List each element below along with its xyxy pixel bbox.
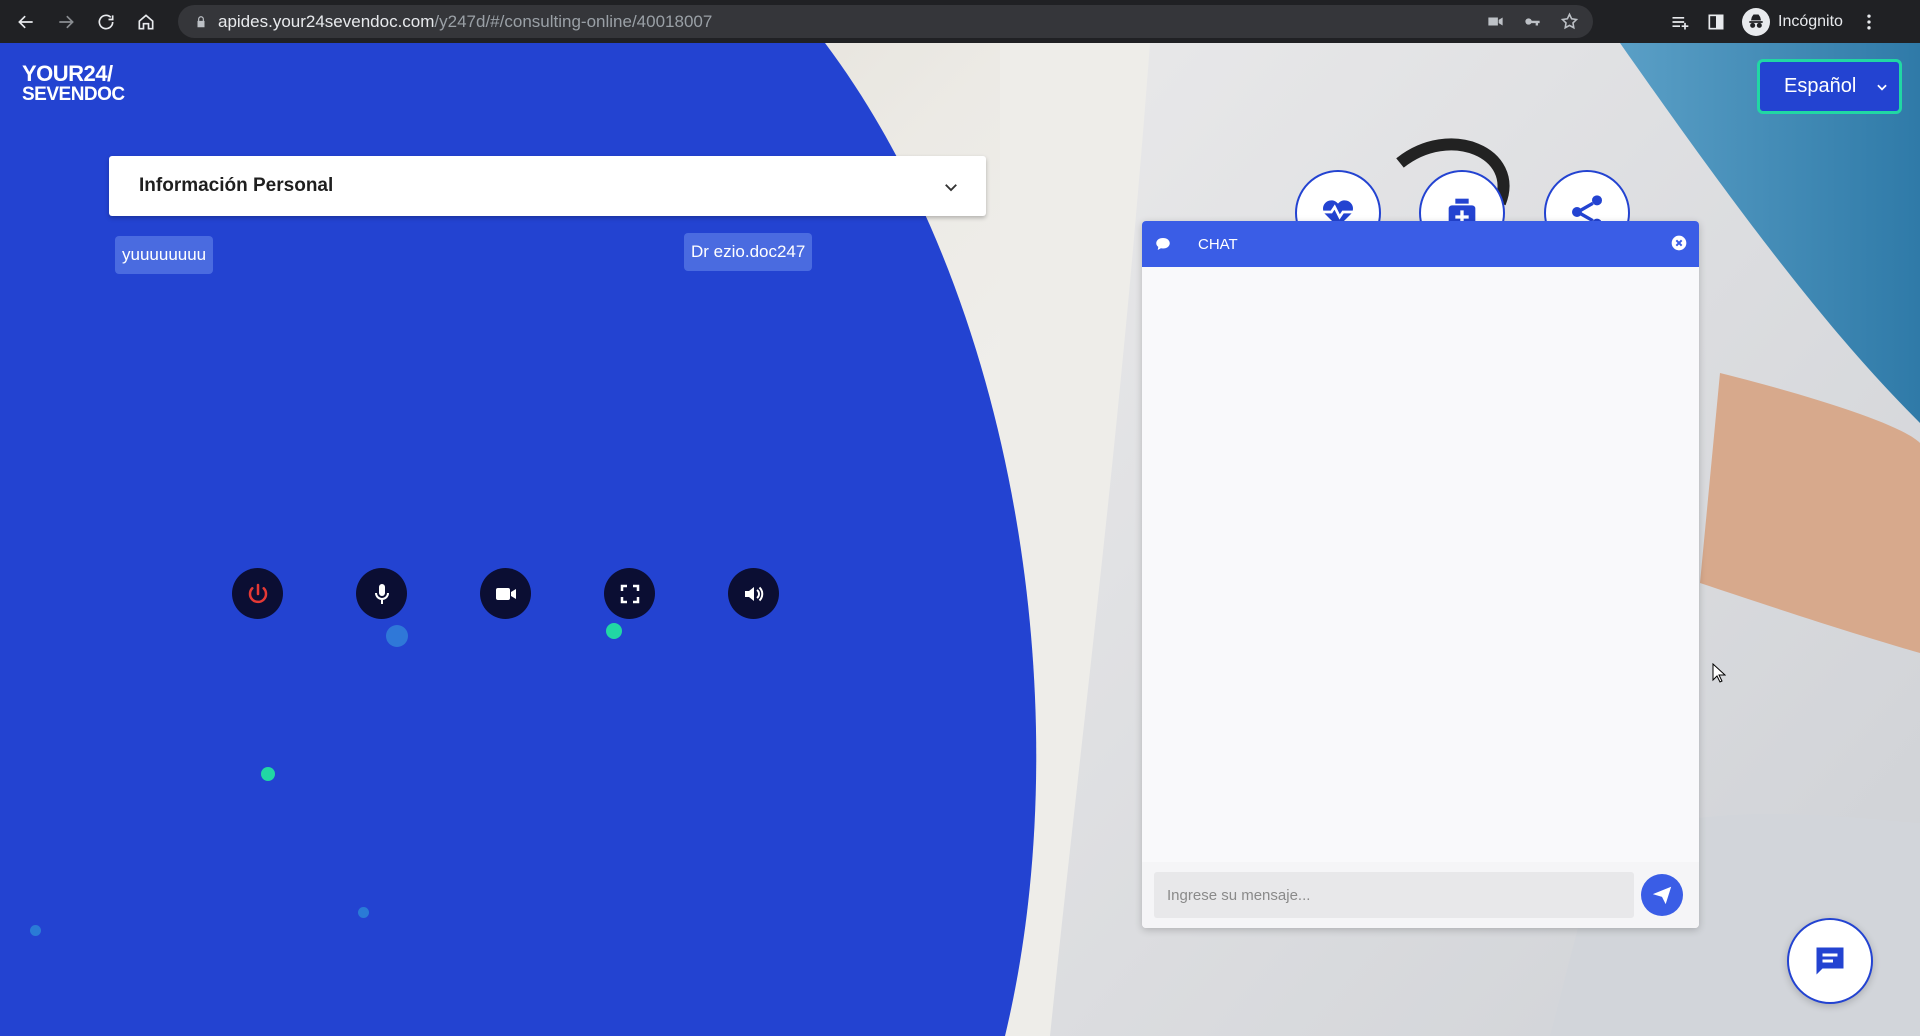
menu-icon[interactable] [1859,12,1879,32]
language-selected: Español [1784,75,1857,97]
browser-actions: Incógnito [1670,0,1879,43]
paper-plane-icon [1652,886,1672,905]
decorative-dot [386,625,408,647]
back-icon [18,15,33,28]
language-select[interactable]: Español [1757,59,1902,114]
decorative-dot [606,623,622,639]
url-host: apides.your24sevendoc.com [218,11,435,31]
camera-blocked-icon[interactable] [1486,12,1505,31]
chat-message-input[interactable] [1154,872,1634,918]
volume-icon [744,586,763,601]
power-icon [248,583,267,603]
decorative-dot [261,767,275,781]
browser-toolbar: apides.your24sevendoc.com/y247d/#/consul… [0,0,1920,43]
incognito-label: Incógnito [1778,12,1843,30]
chat-icon [1816,947,1844,975]
fullscreen-icon [620,584,639,603]
lock-icon [197,15,205,27]
decorative-dot [358,907,369,918]
chat-footer [1142,862,1699,928]
forward-icon [59,15,74,28]
chat-header: CHAT [1142,221,1699,267]
key-icon[interactable] [1523,12,1542,31]
microphone-button[interactable] [356,568,407,619]
camera-button[interactable] [480,568,531,619]
decorative-dot [30,925,41,936]
reading-list-icon[interactable] [1670,12,1690,32]
chevron-down-icon [1877,84,1887,91]
end-call-button[interactable] [232,568,283,619]
video-camera-icon [495,587,516,600]
patient-name-tag: yuuuuuuuu [115,236,214,274]
send-button[interactable] [1641,874,1683,916]
home-icon [138,13,154,29]
chevron-down-icon [945,184,957,192]
consultation-page: YOUR24/ SEVENDOC Español Información Per… [0,43,1920,1036]
microphone-icon [374,583,389,604]
logo-line-2: SEVENDOC [22,84,125,105]
side-panel-icon[interactable] [1706,12,1726,32]
incognito-indicator[interactable]: Incógnito [1742,7,1843,36]
doctor-name-tag: Dr ezio.doc247 [684,233,813,271]
accordion-title: Información Personal [139,175,334,196]
volume-button[interactable] [728,568,779,619]
mouse-cursor-icon [1712,663,1726,683]
home-button[interactable] [126,2,166,42]
open-chat-button[interactable] [1787,918,1873,1004]
url-path: /y247d/#/consulting-online/40018007 [434,11,713,31]
address-bar[interactable]: apides.your24sevendoc.com/y247d/#/consul… [178,5,1593,38]
chat-messages [1142,267,1699,862]
brand-logo[interactable]: YOUR24/ SEVENDOC [22,61,125,106]
close-icon[interactable] [1671,235,1687,251]
star-icon[interactable] [1560,12,1579,31]
reload-icon [98,14,114,30]
fullscreen-button[interactable] [604,568,655,619]
omnibox-actions [1486,5,1579,38]
forward-button[interactable] [46,2,86,42]
chat-panel: CHAT [1142,221,1699,928]
logo-line-1: YOUR24/ [22,61,113,86]
chat-title: CHAT [1198,235,1238,253]
personal-info-accordion[interactable]: Información Personal [109,156,986,216]
speech-bubble-icon [1156,238,1170,250]
back-button[interactable] [6,2,46,42]
incognito-icon [1742,7,1770,36]
reload-button[interactable] [86,2,126,42]
